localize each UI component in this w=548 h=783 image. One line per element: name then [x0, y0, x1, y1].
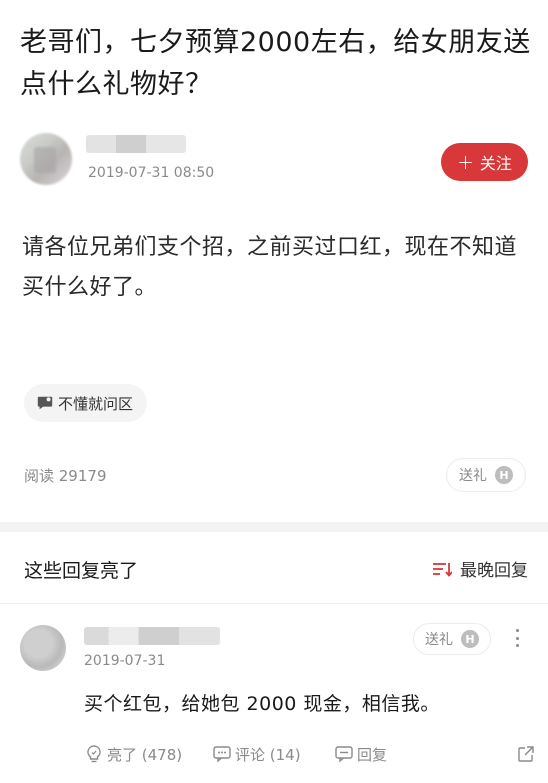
topic-chip[interactable]: 不懂就问区 [24, 384, 148, 422]
reply-icon [335, 746, 353, 763]
question-title: 老哥们，七夕预算2000左右，给女朋友送点什么礼物好？ [20, 27, 531, 100]
sort-icon [433, 562, 452, 577]
reply-gift-button[interactable]: 送礼 H [413, 623, 491, 655]
chat-bubble-icon [37, 396, 53, 410]
coin-icon: H [495, 466, 513, 484]
sort-control[interactable]: 最晚回复 [432, 556, 528, 581]
question-body: 请各位兄弟们支个招，之前买过口红，现在不知道买什么好了。 [22, 235, 518, 300]
follow-label: 关注 [479, 154, 512, 173]
section-divider [0, 522, 548, 532]
sort-label: 最晚回复 [460, 561, 528, 581]
gift-label: 送礼 [459, 468, 487, 484]
read-count: 阅读 29179 [24, 467, 107, 485]
reply-button[interactable]: 回复 [334, 744, 414, 765]
replies-title: 这些回复亮了 [24, 560, 139, 582]
reply-actions: 亮了 (478) 评论 (14) 回复 [84, 741, 536, 767]
like-button[interactable]: 亮了 (478) [84, 744, 212, 765]
author-name-blurred[interactable] [86, 135, 186, 153]
comment-button[interactable]: 评论 (14) [212, 744, 334, 765]
share-icon [518, 746, 534, 762]
follow-button[interactable]: + 关注 [441, 143, 528, 181]
coin-icon: H [461, 630, 479, 648]
comment-label: 评论 (14) [235, 745, 301, 764]
reply-text: 买个红包，给她包 2000 现金，相信我。 [84, 693, 440, 715]
reply-label: 回复 [357, 745, 388, 764]
topic-label: 不懂就问区 [58, 394, 134, 413]
share-button[interactable] [516, 744, 536, 764]
lightbulb-icon [87, 745, 101, 763]
gift-button[interactable]: 送礼 H [446, 458, 526, 492]
like-label: 亮了 (478) [107, 745, 183, 764]
reply-date: 2019-07-31 [84, 653, 166, 669]
comment-icon [213, 746, 231, 763]
reply-author-name-blurred[interactable] [84, 627, 220, 645]
reply-gift-label: 送礼 [425, 632, 453, 648]
plus-icon: + [457, 150, 474, 174]
author-avatar[interactable] [20, 133, 72, 185]
more-icon[interactable] [510, 627, 524, 649]
reply-avatar[interactable] [20, 625, 66, 671]
post-time: 2019-07-31 08:50 [88, 165, 215, 181]
author-row: 2019-07-31 08:50 + 关注 [20, 133, 528, 191]
reply-item: 2019-07-31 送礼 H 买个红包，给她包 2000 现金，相信我。 亮了… [0, 605, 548, 783]
replies-header: 这些回复亮了 最晚回复 [0, 532, 548, 604]
